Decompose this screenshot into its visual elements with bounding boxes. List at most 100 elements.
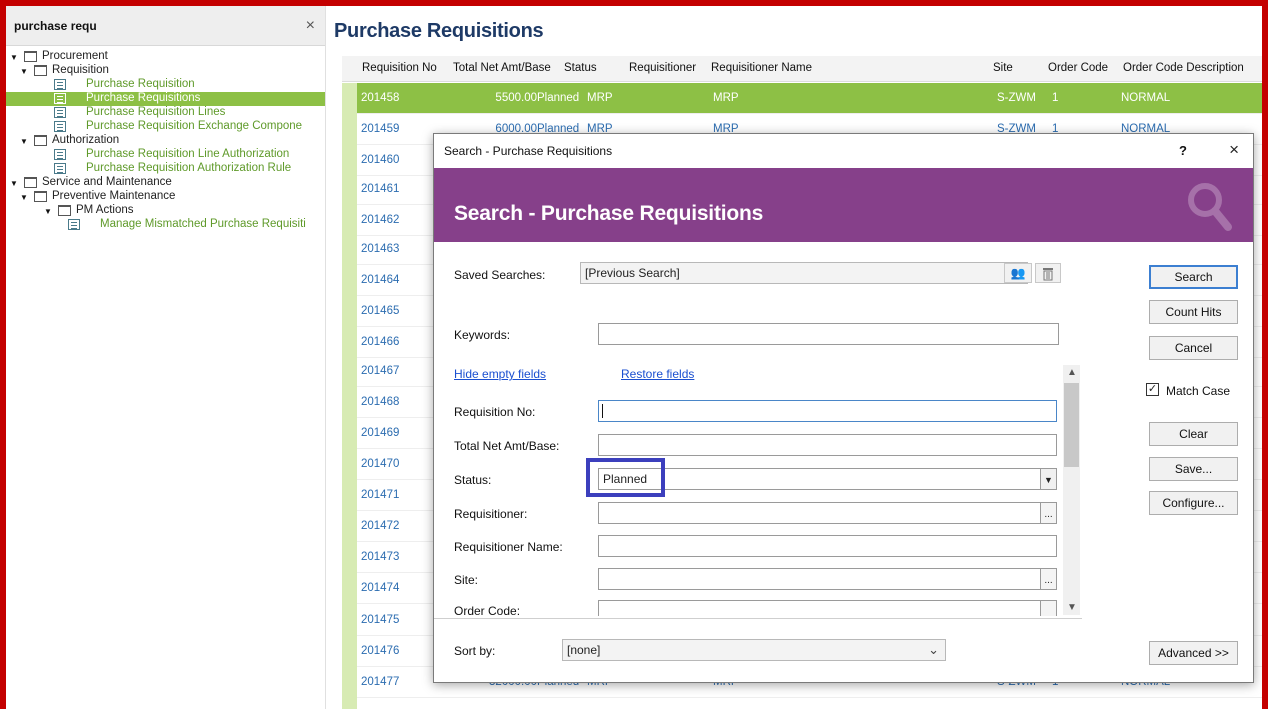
tree-folder-item[interactable]: ▼ Preventive Maintenance bbox=[6, 190, 325, 204]
status-value: Planned bbox=[603, 472, 648, 486]
tree-item-label: Requisition bbox=[52, 64, 109, 76]
cell-requisition-no[interactable]: 201463 bbox=[361, 243, 399, 255]
requisition-no-input[interactable] bbox=[598, 400, 1057, 422]
close-icon[interactable]: × bbox=[306, 17, 315, 35]
column-header-site[interactable]: Site bbox=[993, 62, 1013, 74]
cell-requisition-no[interactable]: 201459 bbox=[361, 123, 399, 135]
restore-fields-link[interactable]: Restore fields bbox=[621, 367, 694, 381]
column-header-requisitioner-name[interactable]: Requisitioner Name bbox=[711, 62, 812, 74]
tree-page-item[interactable]: Purchase Requisition Line Authorization bbox=[6, 148, 325, 162]
scroll-up-icon[interactable]: ▲ bbox=[1067, 367, 1077, 378]
users-icon[interactable]: 👥 bbox=[1004, 263, 1032, 283]
cell-requisition-no[interactable]: 201468 bbox=[361, 396, 399, 408]
tree-item-label: Authorization bbox=[52, 134, 120, 146]
navigator-search[interactable]: purchase requ × bbox=[6, 6, 325, 46]
cell-requisition-no[interactable]: 201461 bbox=[361, 183, 399, 195]
order-code-input[interactable] bbox=[598, 600, 1057, 616]
cell-requisition-no[interactable]: 201470 bbox=[361, 458, 399, 470]
column-header-total-net[interactable]: Total Net Amt/Base bbox=[453, 62, 551, 74]
requisitioner-label: Requisitioner: bbox=[454, 507, 528, 521]
scroll-down-icon[interactable]: ▼ bbox=[1067, 602, 1077, 613]
tree-page-item[interactable]: Purchase Requisition Exchange Compone bbox=[6, 120, 325, 134]
clear-button[interactable]: Clear bbox=[1149, 422, 1238, 446]
tree-folder-item[interactable]: ▼ PM Actions bbox=[6, 204, 325, 218]
site-input[interactable]: ... bbox=[598, 568, 1057, 590]
cell-requisition-no[interactable]: 201471 bbox=[361, 489, 399, 501]
tree-item-label: Procurement bbox=[42, 50, 108, 62]
tree-page-item[interactable]: Purchase Requisition bbox=[6, 78, 325, 92]
tree-page-item[interactable]: Purchase Requisition Lines bbox=[6, 106, 325, 120]
column-header-requisitioner[interactable]: Requisitioner bbox=[629, 62, 696, 74]
cell-requisition-no[interactable]: 201475 bbox=[361, 614, 399, 626]
requisitioner-name-input[interactable] bbox=[598, 535, 1057, 557]
cell-requisition-no[interactable]: 201477 bbox=[361, 676, 399, 688]
form-divider bbox=[434, 618, 1082, 619]
list-of-values-icon[interactable]: ... bbox=[1040, 569, 1056, 589]
match-case-label[interactable]: Match Case bbox=[1166, 384, 1230, 398]
cell-requisition-no[interactable]: 201476 bbox=[361, 645, 399, 657]
search-button[interactable]: Search bbox=[1149, 265, 1238, 289]
keywords-label: Keywords: bbox=[454, 328, 511, 342]
cell-requisition-no[interactable]: 201460 bbox=[361, 154, 399, 166]
cell-requisition-no[interactable]: 201473 bbox=[361, 551, 399, 563]
expand-toggle-icon[interactable]: ▼ bbox=[20, 135, 30, 148]
tree-folder-item[interactable]: ▼ Authorization bbox=[6, 134, 325, 148]
cancel-button[interactable]: Cancel bbox=[1149, 336, 1238, 360]
cell-requisition-no[interactable]: 201466 bbox=[361, 336, 399, 348]
tree-folder-item[interactable]: ▼ Service and Maintenance bbox=[6, 176, 325, 190]
tree-folder-item[interactable]: ▼ Requisition bbox=[6, 64, 325, 78]
tree-item-label: PM Actions bbox=[76, 204, 134, 216]
sort-by-select[interactable]: [none] ⌄ bbox=[562, 639, 946, 661]
saved-searches-select[interactable]: [Previous Search] ⌄ bbox=[580, 262, 1028, 284]
navigator-tree: ▼ Procurement ▼ Requisition Purchase Requisi… bbox=[6, 46, 325, 232]
column-header-requisition-no[interactable]: Requisition No bbox=[362, 62, 437, 74]
delete-icon[interactable] bbox=[1035, 263, 1061, 283]
cell-requisition-no[interactable]: 201464 bbox=[361, 274, 399, 286]
dialog-window-title: Search - Purchase Requisitions bbox=[444, 144, 613, 158]
total-net-input[interactable] bbox=[598, 434, 1057, 456]
cell-requisition-no[interactable]: 201458 bbox=[361, 92, 399, 104]
help-icon[interactable]: ? bbox=[1179, 143, 1187, 158]
configure-button[interactable]: Configure... bbox=[1149, 491, 1238, 515]
expand-toggle-icon[interactable]: ▼ bbox=[20, 191, 30, 204]
expand-toggle-icon[interactable]: ▼ bbox=[10, 177, 20, 190]
cell-requisition-no[interactable]: 201469 bbox=[361, 427, 399, 439]
column-header-order-code[interactable]: Order Code bbox=[1048, 62, 1108, 74]
table-row[interactable]: 201458 5500.00 Planned MRP MRP S-ZWM 1 NORMAL bbox=[357, 83, 1268, 114]
dropdown-arrow-icon[interactable]: ▼ bbox=[1040, 469, 1056, 489]
list-of-values-icon[interactable]: ... bbox=[1040, 503, 1056, 523]
column-header-status[interactable]: Status bbox=[564, 62, 597, 74]
tree-page-item[interactable]: Purchase Requisitions bbox=[6, 92, 325, 106]
form-scrollbar[interactable]: ▲ ▼ bbox=[1063, 365, 1080, 615]
expand-toggle-icon[interactable]: ▼ bbox=[20, 65, 30, 78]
count-hits-button[interactable]: Count Hits bbox=[1149, 300, 1238, 324]
cell-requisition-no[interactable]: 201472 bbox=[361, 520, 399, 532]
save-button[interactable]: Save... bbox=[1149, 457, 1238, 481]
status-select[interactable]: Planned ▼ bbox=[598, 468, 1057, 490]
tree-folder-item[interactable]: ▼ Procurement bbox=[6, 50, 325, 64]
cell-requisition-no[interactable]: 201462 bbox=[361, 214, 399, 226]
cell-requisition-no[interactable]: 201467 bbox=[361, 365, 399, 377]
cell-order-code-description: NORMAL bbox=[1121, 92, 1171, 104]
expand-toggle-icon[interactable]: ▼ bbox=[10, 51, 20, 64]
cell-requisition-no[interactable]: 201474 bbox=[361, 582, 399, 594]
column-header-order-code-description[interactable]: Order Code Description bbox=[1123, 62, 1244, 74]
expand-toggle-icon[interactable]: ▼ bbox=[44, 205, 54, 218]
saved-searches-label: Saved Searches: bbox=[454, 268, 546, 282]
hide-empty-fields-link[interactable]: Hide empty fields bbox=[454, 367, 546, 381]
tree-page-item[interactable]: Manage Mismatched Purchase Requisiti bbox=[6, 218, 325, 232]
row-selector-gutter[interactable] bbox=[342, 83, 357, 709]
list-of-values-icon[interactable] bbox=[1040, 601, 1056, 616]
tree-page-item[interactable]: Purchase Requisition Authorization Rule bbox=[6, 162, 325, 176]
close-icon[interactable]: × bbox=[1229, 140, 1239, 160]
match-case-checkbox[interactable]: ✓ bbox=[1146, 383, 1159, 396]
order-code-clip: Order Code: bbox=[434, 596, 1062, 616]
page-icon bbox=[54, 107, 66, 118]
navigator-search-query[interactable]: purchase requ bbox=[14, 19, 97, 33]
advanced-button[interactable]: Advanced >> bbox=[1149, 641, 1238, 665]
cell-requisition-no[interactable]: 201465 bbox=[361, 305, 399, 317]
keywords-input[interactable] bbox=[598, 323, 1059, 345]
folder-icon bbox=[24, 51, 37, 62]
scrollbar-thumb[interactable] bbox=[1064, 383, 1079, 467]
requisitioner-input[interactable]: ... bbox=[598, 502, 1057, 524]
